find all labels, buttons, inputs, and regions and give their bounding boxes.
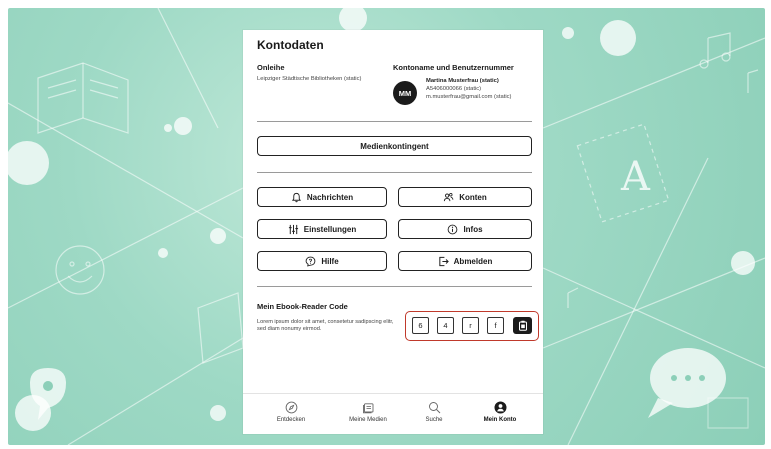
abmelden-button[interactable]: Abmelden [398, 251, 532, 271]
account-email: m.musterfrau@gmail.com (static) [426, 94, 512, 100]
bell-icon [291, 192, 302, 203]
ebook-code-highlight: 6 4 r f [405, 311, 539, 341]
code-char: 6 [412, 317, 429, 334]
tab-label: Mein Konto [483, 417, 517, 423]
divider [257, 121, 532, 122]
help-icon [305, 256, 316, 267]
konten-label: Konten [459, 192, 487, 202]
infos-label: Infos [463, 224, 483, 234]
tab-label: Suche [425, 417, 443, 423]
bottom-tab-bar: Entdecken Meine Medien Suche Mein Konto [243, 393, 543, 434]
code-char: r [462, 317, 479, 334]
divider [257, 286, 532, 287]
info-icon [447, 224, 458, 235]
clipboard-icon [518, 320, 528, 331]
code-char: f [487, 317, 504, 334]
logout-icon [438, 256, 449, 267]
compass-icon [285, 401, 298, 414]
users-icon [443, 192, 454, 203]
medienkontingent-button[interactable]: Medienkontingent [257, 136, 532, 156]
hilfe-button[interactable]: Hilfe [257, 251, 387, 271]
onleihe-label: Onleihe [257, 63, 285, 72]
sliders-icon [288, 224, 299, 235]
svg-text:A: A [620, 154, 651, 200]
media-icon [362, 401, 375, 414]
account-number: A5406000066 (static) [426, 86, 482, 92]
avatar: MM [393, 81, 417, 105]
einstellungen-label: Einstellungen [303, 224, 357, 234]
divider [257, 172, 532, 173]
tab-mein-konto[interactable]: Mein Konto [470, 401, 530, 431]
ebook-code-description: Lorem ipsum dolor sit amet, consetetur s… [257, 319, 394, 332]
nachrichten-button[interactable]: Nachrichten [257, 187, 387, 207]
hilfe-label: Hilfe [321, 256, 339, 266]
nachrichten-label: Nachrichten [306, 192, 354, 202]
tab-label: Entdecken [276, 417, 306, 423]
library-name: Leipziger Städtische Bibliotheken (stati… [257, 76, 362, 82]
page-title: Kontodaten [257, 38, 324, 52]
code-char: 4 [437, 317, 454, 334]
avatar-initials: MM [398, 88, 412, 98]
konten-button[interactable]: Konten [398, 187, 532, 207]
user-icon [494, 401, 507, 414]
tab-suche[interactable]: Suche [404, 401, 464, 431]
tab-label: Meine Medien [349, 417, 387, 423]
tab-entdecken[interactable]: Entdecken [261, 401, 321, 431]
search-icon [428, 401, 441, 414]
tab-meine-medien[interactable]: Meine Medien [338, 401, 398, 431]
ebook-code-label: Mein Ebook-Reader Code [257, 302, 348, 311]
copy-code-button[interactable] [513, 317, 532, 334]
account-name: Martina Musterfrau (static) [426, 78, 499, 84]
einstellungen-button[interactable]: Einstellungen [257, 219, 387, 239]
abmelden-label: Abmelden [453, 256, 493, 266]
medienkontingent-label: Medienkontingent [360, 141, 429, 151]
screenshot-frame: A Kontodaten Onleihe Leipziger Städtisch… [0, 0, 771, 449]
infos-button[interactable]: Infos [398, 219, 532, 239]
account-panel: Kontodaten Onleihe Leipziger Städtische … [243, 30, 543, 434]
account-label: Kontoname und Benutzernummer [393, 63, 514, 72]
